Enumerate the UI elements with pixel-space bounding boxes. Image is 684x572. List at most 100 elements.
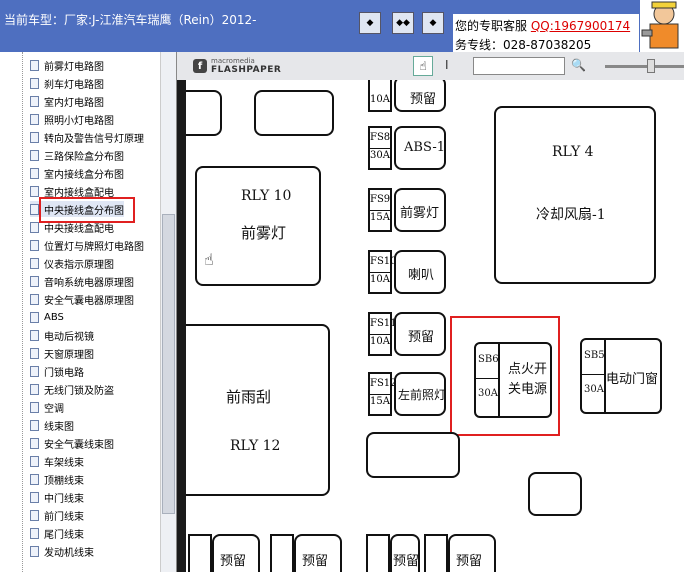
fs12-id: FS12 bbox=[370, 374, 397, 395]
document-icon bbox=[30, 131, 39, 143]
tree-item[interactable]: 照明小灯电路图 bbox=[30, 111, 114, 127]
hand-tool-icon[interactable]: ☝ bbox=[413, 56, 433, 76]
fs10-amp: 10A bbox=[370, 274, 390, 285]
fuse-top: 10A bbox=[368, 80, 392, 112]
tree-item[interactable]: 电动后视镜 bbox=[30, 327, 94, 343]
rly12-function: 前雨刮 bbox=[226, 388, 272, 406]
tree-item[interactable]: 三路保险盒分布图 bbox=[30, 147, 124, 163]
relay-box-empty bbox=[186, 90, 222, 136]
tree-item[interactable]: 门锁电路 bbox=[30, 363, 84, 379]
hand-cursor-icon: ☝ bbox=[204, 250, 214, 269]
fs9-label-box: 前雾灯 bbox=[394, 188, 446, 232]
tree-item-label: 天窗原理图 bbox=[44, 349, 94, 361]
sb5-id: SB5 bbox=[584, 350, 605, 361]
tree-item[interactable]: 安全气囊线束图 bbox=[30, 435, 114, 451]
fs11-label-box: 预留 bbox=[394, 312, 446, 356]
fs8-label: ABS-1 bbox=[404, 140, 445, 155]
fuse-fs9: FS9 15A bbox=[368, 188, 392, 232]
document-icon bbox=[30, 509, 39, 521]
prev-button[interactable]: ◆ bbox=[359, 12, 381, 34]
document-icon bbox=[30, 77, 39, 89]
page-border bbox=[177, 80, 186, 572]
tree-item[interactable]: 音响系统电器原理图 bbox=[30, 273, 134, 289]
scrollbar-thumb[interactable] bbox=[162, 214, 175, 514]
viewer-toolbar: f macromedia FLASHPAPER ☝ I 🔍 bbox=[177, 52, 684, 81]
fuse-sb5: SB5 30A 电动门窗 bbox=[580, 338, 662, 414]
tree-item[interactable]: 前雾灯电路图 bbox=[30, 57, 104, 73]
reserve-label-4: 预留 bbox=[456, 554, 483, 569]
tree-item-label: ABS bbox=[44, 311, 64, 323]
fs10-id: FS10 bbox=[370, 252, 397, 273]
sidebar-scrollbar[interactable] bbox=[160, 52, 176, 572]
fuse-top-amp: 10A bbox=[370, 94, 390, 105]
reserve-box-3: 预留 bbox=[390, 534, 420, 572]
document-icon bbox=[30, 239, 39, 251]
document-icon bbox=[30, 527, 39, 539]
fs8-label-box: ABS-1 bbox=[394, 126, 446, 170]
reserve-box-1: 预留 bbox=[212, 534, 260, 572]
fit-button[interactable]: ◆◆ bbox=[392, 12, 414, 34]
support-panel: 您的专职客服 QQ:1967900174 务专线：028-87038205 bbox=[453, 14, 639, 52]
tree-item[interactable]: ABS bbox=[30, 309, 64, 325]
tree-item[interactable]: 发动机线束 bbox=[30, 543, 94, 559]
tree-item-label: 前雾灯电路图 bbox=[44, 61, 104, 73]
relay-box-empty bbox=[254, 90, 334, 136]
document-icon bbox=[30, 473, 39, 485]
tree-item[interactable]: 刹车灯电路图 bbox=[30, 75, 104, 91]
sb5-label: 电动门窗 bbox=[606, 372, 659, 387]
next-button[interactable]: ◆ bbox=[422, 12, 444, 34]
tree-item[interactable]: 顶棚线束 bbox=[30, 471, 84, 487]
tree-item-label: 尾门线束 bbox=[44, 529, 84, 541]
fuse-fs10: FS10 10A bbox=[368, 250, 397, 294]
tree-item-label: 三路保险盒分布图 bbox=[44, 151, 124, 163]
document-icon bbox=[30, 95, 39, 107]
tree-item[interactable]: 空调 bbox=[30, 399, 64, 415]
tree-item[interactable]: 车架线束 bbox=[30, 453, 84, 469]
document-icon bbox=[30, 113, 39, 125]
tree-item[interactable]: 转向及警告信号灯原理 bbox=[30, 129, 144, 145]
tree-item-label: 空调 bbox=[44, 403, 64, 415]
tree-item[interactable]: 安全气囊电器原理图 bbox=[30, 291, 134, 307]
tree-item[interactable]: 尾门线束 bbox=[30, 525, 84, 541]
qq-link[interactable]: QQ:1967900174 bbox=[531, 19, 630, 33]
fs11-label: 预留 bbox=[408, 330, 435, 345]
tree-item[interactable]: 中门线束 bbox=[30, 489, 84, 505]
search-icon[interactable]: 🔍 bbox=[571, 58, 586, 72]
fuse-fs12: FS12 15A bbox=[368, 372, 397, 416]
tree-item[interactable]: 仪表指示原理图 bbox=[30, 255, 114, 271]
tree-item[interactable]: 前门线束 bbox=[30, 507, 84, 523]
document-icon bbox=[30, 383, 39, 395]
fuse-bottom-2 bbox=[270, 534, 294, 572]
logo-top-text: macromedia bbox=[211, 57, 255, 65]
fs9-id: FS9 bbox=[370, 190, 390, 211]
fuse-fs8: FS8 30A bbox=[368, 126, 392, 170]
tree-item[interactable]: 线束图 bbox=[30, 417, 74, 433]
tree-item[interactable]: 室内接线盒分布图 bbox=[30, 165, 124, 181]
flashpaper-logo-icon: f bbox=[193, 59, 207, 73]
fs11-id: FS11 bbox=[370, 314, 397, 335]
fs8-id: FS8 bbox=[370, 128, 390, 149]
fs10-label-box: 喇叭 bbox=[394, 250, 446, 294]
hotline-text: 务专线：028-87038205 bbox=[455, 38, 592, 52]
relay-rly4: RLY 4 冷却风扇-1 bbox=[494, 106, 656, 284]
document-icon bbox=[30, 455, 39, 467]
tree-item[interactable]: 室内灯电路图 bbox=[30, 93, 104, 109]
document-icon bbox=[30, 365, 39, 377]
fuse-bottom-1 bbox=[188, 534, 212, 572]
reserve-label-3: 预留 bbox=[393, 554, 420, 569]
document-icon bbox=[30, 437, 39, 449]
tree-item[interactable]: 无线门锁及防盗 bbox=[30, 381, 114, 397]
relay-rly12: 前雨刮 RLY 12 bbox=[186, 324, 330, 496]
document-icon bbox=[30, 545, 39, 557]
tree-item[interactable]: 位置灯与牌照灯电路图 bbox=[30, 237, 144, 253]
tree-item-label: 安全气囊电器原理图 bbox=[44, 295, 134, 307]
fs10-label: 喇叭 bbox=[408, 268, 435, 283]
document-icon bbox=[30, 59, 39, 71]
search-input[interactable] bbox=[473, 57, 565, 75]
tree-item-label: 音响系统电器原理图 bbox=[44, 277, 134, 289]
text-select-icon[interactable]: I bbox=[445, 58, 449, 72]
zoom-slider-knob[interactable] bbox=[647, 59, 655, 73]
zoom-slider[interactable] bbox=[605, 65, 684, 68]
tree-item[interactable]: 天窗原理图 bbox=[30, 345, 94, 361]
flashpaper-viewer: f macromedia FLASHPAPER ☝ I 🔍 10A 预留 RLY… bbox=[177, 52, 684, 572]
